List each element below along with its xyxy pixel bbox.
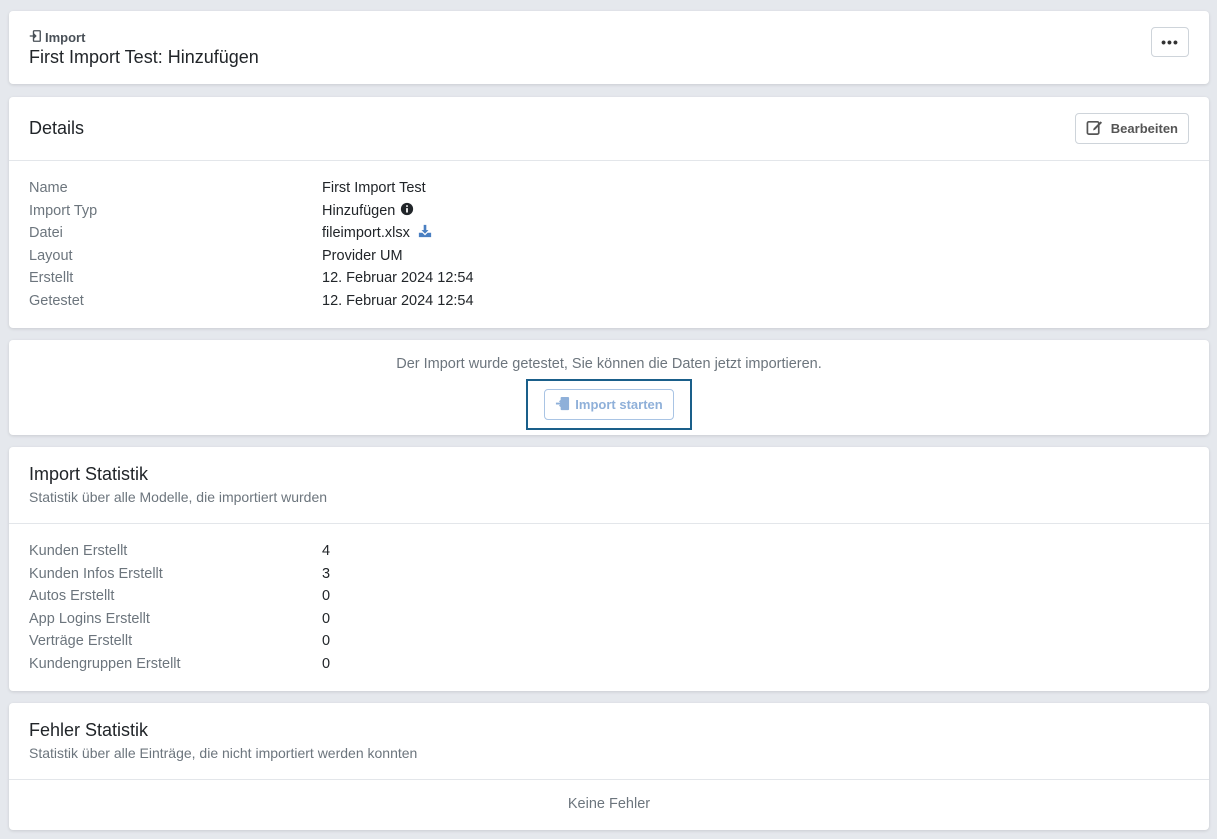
- stat-row: Verträge Erstellt 0: [29, 630, 1189, 653]
- stat-key: Verträge Erstellt: [29, 633, 133, 650]
- stats-list: Kunden Erstellt 4 Kunden Infos Erstellt …: [29, 540, 1189, 675]
- stat-key: Autos Erstellt: [29, 588, 115, 605]
- detail-value-text: 12. Februar 2024 12:54: [322, 270, 474, 287]
- detail-row-tested: Getestet 12. Februar 2024 12:54: [29, 290, 1189, 313]
- page-header-card: Import First Import Test: Hinzufügen •••: [9, 11, 1209, 84]
- edit-button[interactable]: Bearbeiten: [1074, 113, 1189, 144]
- stats-card-header: Import Statistik Statistik über alle Mod…: [9, 447, 1209, 524]
- more-options-button[interactable]: •••: [1151, 27, 1189, 57]
- detail-value: 12. Februar 2024 12:54: [322, 270, 474, 286]
- stat-row: Kundengruppen Erstellt 0: [29, 653, 1189, 676]
- errors-subtitle: Statistik über alle Einträge, die nicht …: [29, 745, 418, 761]
- import-notice-card: Der Import wurde getestet, Sie können di…: [9, 340, 1209, 435]
- stat-value: 0: [322, 655, 331, 672]
- stat-key: Kunden Erstellt: [29, 543, 128, 560]
- detail-value: 12. Februar 2024 12:54: [322, 293, 474, 309]
- import-start-button[interactable]: Import starten: [544, 389, 674, 420]
- stats-title: Import Statistik: [29, 464, 149, 484]
- detail-row-import-type: Import Typ Hinzufügen: [29, 200, 1189, 223]
- errors-card-header: Fehler Statistik Statistik über alle Ein…: [9, 703, 1209, 780]
- import-stats-card: Import Statistik Statistik über alle Mod…: [9, 447, 1209, 691]
- stat-value: 0: [322, 588, 331, 605]
- breadcrumb[interactable]: Import: [29, 30, 85, 45]
- detail-value: Provider UM: [322, 248, 403, 264]
- details-title: Details: [29, 118, 85, 138]
- detail-value-text: Hinzufügen: [322, 202, 396, 219]
- no-errors-text: Keine Fehler: [567, 796, 651, 812]
- stat-row: Autos Erstellt 0: [29, 585, 1189, 608]
- detail-row-layout: Layout Provider UM: [29, 245, 1189, 268]
- error-stats-card: Fehler Statistik Statistik über alle Ein…: [9, 703, 1209, 830]
- stat-row: App Logins Erstellt 0: [29, 608, 1189, 631]
- errors-title: Fehler Statistik: [29, 720, 149, 740]
- stat-key: Kunden Infos Erstellt: [29, 565, 163, 582]
- breadcrumb-label: Import: [45, 30, 86, 45]
- stat-value: 4: [322, 543, 331, 560]
- details-card: Details Bearbeiten Name First Import Tes…: [9, 97, 1209, 328]
- stat-row: Kunden Infos Erstellt 3: [29, 563, 1189, 586]
- import-icon: [555, 396, 570, 414]
- stat-row: Kunden Erstellt 4: [29, 540, 1189, 563]
- detail-value-text: 12. Februar 2024 12:54: [322, 292, 474, 309]
- detail-value-text: First Import Test: [322, 180, 426, 197]
- detail-value: Hinzufügen: [322, 202, 414, 220]
- stat-value: 0: [322, 610, 331, 627]
- detail-key: Name: [29, 180, 68, 197]
- details-card-header: Details Bearbeiten: [9, 97, 1209, 161]
- detail-key: Datei: [29, 225, 63, 242]
- stat-value: 0: [322, 633, 331, 650]
- stat-value: 3: [322, 565, 331, 582]
- download-icon[interactable]: [418, 224, 432, 242]
- stat-key: Kundengruppen Erstellt: [29, 655, 181, 672]
- details-list: Name First Import Test Import Typ Hinzuf…: [29, 177, 1189, 312]
- detail-value: fileimport.xlsx: [322, 224, 432, 242]
- detail-key: Getestet: [29, 292, 84, 309]
- detail-value-text: Provider UM: [322, 247, 403, 264]
- detail-row-name: Name First Import Test: [29, 177, 1189, 200]
- page-title: First Import Test: Hinzufügen: [29, 47, 259, 67]
- import-start-label: Import starten: [575, 397, 663, 412]
- detail-value: First Import Test: [322, 180, 426, 196]
- detail-row-file: Datei fileimport.xlsx: [29, 222, 1189, 245]
- detail-key: Import Typ: [29, 202, 98, 219]
- detail-key: Erstellt: [29, 270, 74, 287]
- info-circle-icon[interactable]: [400, 202, 414, 220]
- detail-value-text: fileimport.xlsx: [322, 225, 410, 242]
- stat-key: App Logins Erstellt: [29, 610, 150, 627]
- detail-row-created: Erstellt 12. Februar 2024 12:54: [29, 267, 1189, 290]
- stats-subtitle: Statistik über alle Modelle, die importi…: [29, 489, 328, 505]
- import-icon: [29, 30, 41, 45]
- detail-key: Layout: [29, 247, 73, 264]
- edit-button-label: Bearbeiten: [1110, 121, 1178, 136]
- edit-icon: [1086, 119, 1103, 139]
- import-notice-text: Der Import wurde getestet, Sie können di…: [396, 356, 822, 372]
